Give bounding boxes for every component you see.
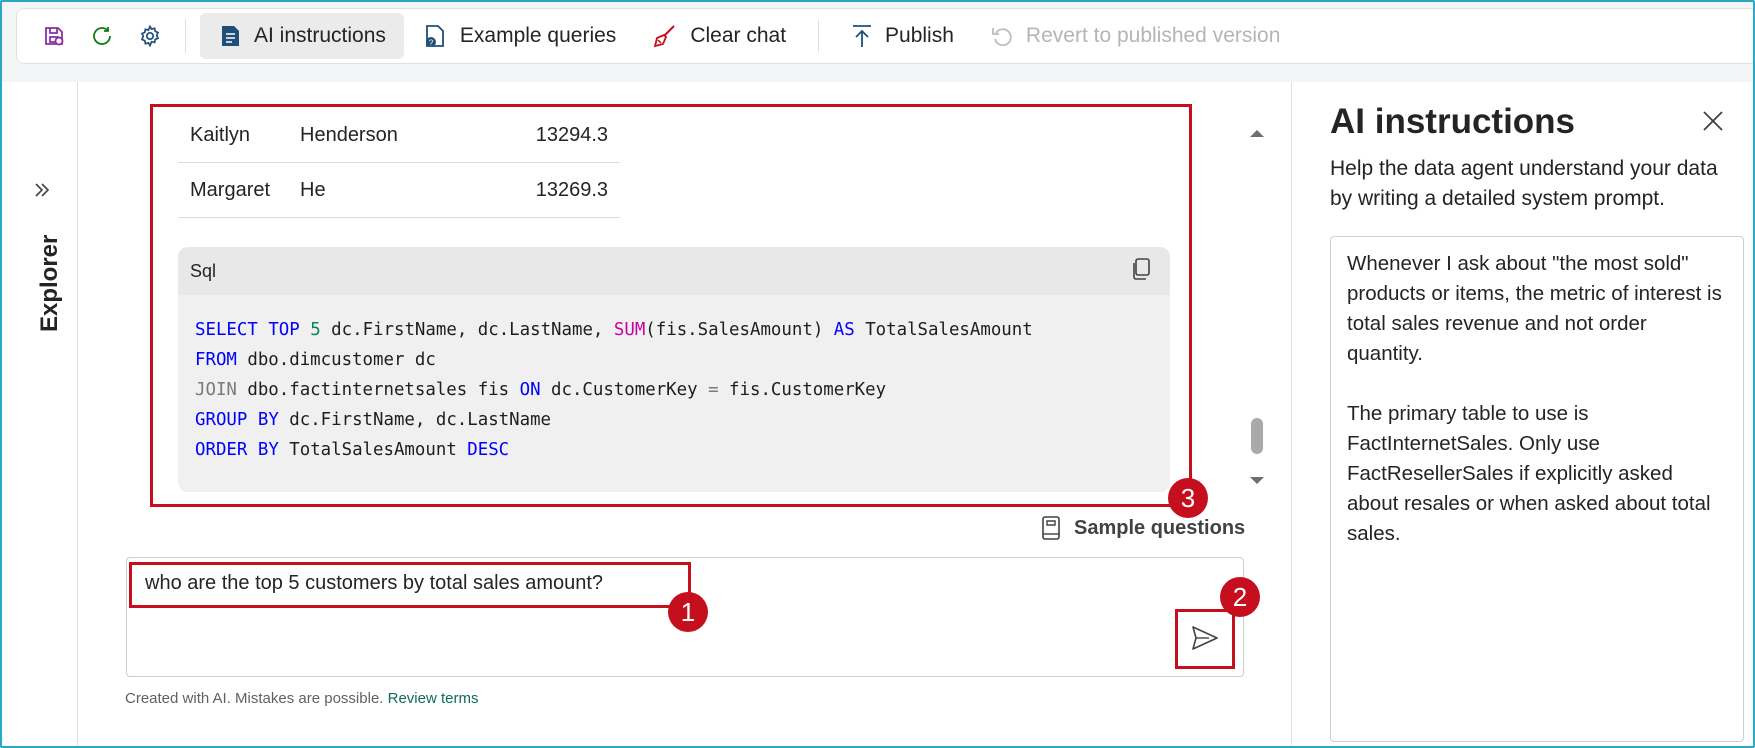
callout-box-question xyxy=(129,562,691,608)
expand-chevron-icon[interactable] xyxy=(34,182,50,203)
ai-disclaimer: Created with AI. Mistakes are possible. … xyxy=(125,690,478,707)
callout-badge-2: 2 xyxy=(1220,577,1260,617)
instructions-icon xyxy=(222,26,239,46)
panel-subtitle: Help the data agent understand your data… xyxy=(1330,157,1718,210)
clear-chat-label: Clear chat xyxy=(690,24,787,47)
toolbar-divider xyxy=(818,19,820,53)
ai-instructions-button[interactable]: AI instructions xyxy=(200,13,404,59)
close-icon[interactable] xyxy=(1702,110,1724,137)
example-queries-button[interactable]: ? Example queries xyxy=(404,13,634,59)
publish-button[interactable]: Publish xyxy=(833,13,972,59)
scrollbar-thumb[interactable] xyxy=(1251,418,1263,454)
refresh-icon[interactable] xyxy=(89,23,115,49)
gear-icon[interactable] xyxy=(137,23,163,49)
disclaimer-text: Created with AI. Mistakes are possible. xyxy=(125,690,384,707)
toolbar-divider xyxy=(185,19,186,53)
review-terms-link[interactable]: Review terms xyxy=(388,690,479,707)
revert-label: Revert to published version xyxy=(1025,24,1281,47)
instructions-textarea[interactable]: Whenever I ask about "the most sold" pro… xyxy=(1330,236,1744,742)
callout-badge-1: 1 xyxy=(668,592,708,632)
callout-box-send xyxy=(1175,609,1235,669)
broom-icon xyxy=(654,25,676,48)
scroll-up-icon[interactable] xyxy=(1248,126,1266,144)
example-queries-icon: ? xyxy=(425,25,444,48)
sample-questions-label: Sample questions xyxy=(1074,516,1246,539)
panel-title: AI instructions xyxy=(1330,102,1576,141)
publish-icon xyxy=(853,25,872,47)
explorer-rail: Explorer xyxy=(0,82,78,748)
ai-instructions-panel: AI instructions Help the data agent unde… xyxy=(1292,82,1755,748)
example-queries-label: Example queries xyxy=(459,24,617,47)
sample-questions-button[interactable]: Sample questions xyxy=(1040,515,1245,541)
explorer-label[interactable]: Explorer xyxy=(36,235,64,332)
save-icon[interactable] xyxy=(41,23,67,49)
ai-instructions-label: AI instructions xyxy=(254,24,386,47)
callout-badge-3: 3 xyxy=(1168,478,1208,518)
clear-chat-button[interactable]: Clear chat xyxy=(634,13,804,59)
publish-label: Publish xyxy=(885,24,954,47)
scroll-down-icon[interactable] xyxy=(1248,474,1266,492)
svg-text:?: ? xyxy=(429,39,434,48)
toolbar: AI instructions ? Example queries Clear … xyxy=(16,8,1755,64)
book-icon xyxy=(1042,516,1060,540)
callout-box-result xyxy=(150,104,1192,507)
revert-button[interactable]: Revert to published version xyxy=(972,13,1298,59)
revert-icon xyxy=(992,28,1012,47)
